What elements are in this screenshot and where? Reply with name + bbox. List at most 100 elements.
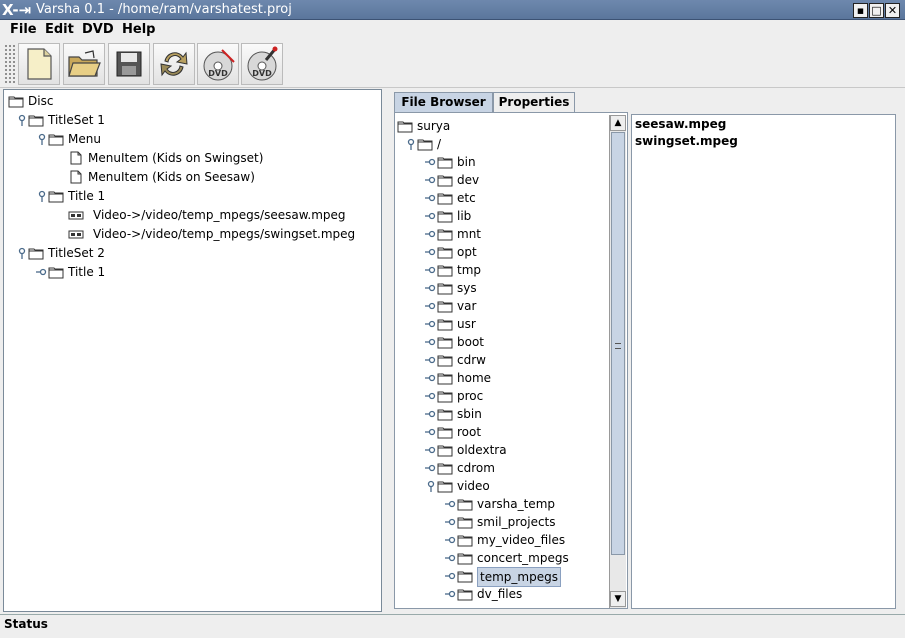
collapsed-handle-icon[interactable] xyxy=(36,266,48,278)
tree-node[interactable]: mnt xyxy=(395,225,609,243)
collapsed-handle-icon[interactable] xyxy=(445,498,457,510)
tree-node[interactable]: / xyxy=(395,135,609,153)
tree-node-label: tmp xyxy=(457,263,482,277)
collapsed-handle-icon[interactable] xyxy=(425,336,437,348)
close-button[interactable]: ✕ xyxy=(885,3,900,18)
tree-node[interactable]: surya xyxy=(395,117,609,135)
tree-node[interactable]: boot xyxy=(395,333,609,351)
tree-node[interactable]: Video->/video/temp_mpegs/seesaw.mpeg xyxy=(4,206,381,224)
tree-node[interactable]: varsha_temp xyxy=(395,495,609,513)
tree-node[interactable]: lib xyxy=(395,207,609,225)
tree-node[interactable]: dv_files xyxy=(395,585,609,603)
tree-node[interactable]: opt xyxy=(395,243,609,261)
disc-tree-panel[interactable]: Disc TitleSet 1 Menu MenuItem (Kids on Swin… xyxy=(3,89,382,612)
file-list-panel[interactable] xyxy=(631,114,896,609)
tree-node[interactable]: TitleSet 2 xyxy=(4,244,381,262)
expanded-handle-icon[interactable] xyxy=(405,138,417,150)
collapsed-handle-icon[interactable] xyxy=(425,372,437,384)
tree-node[interactable]: my_video_files xyxy=(395,531,609,549)
tree-node[interactable]: concert_mpegs xyxy=(395,549,609,567)
collapsed-handle-icon[interactable] xyxy=(445,552,457,564)
expanded-handle-icon[interactable] xyxy=(16,247,28,259)
tree-node[interactable]: tmp xyxy=(395,261,609,279)
file-item[interactable]: seesaw.mpeg xyxy=(635,116,726,133)
menu-dvd[interactable]: DVD xyxy=(82,22,114,37)
file-tree-scrollbar[interactable]: ▲ ▼ xyxy=(609,115,626,608)
tree-node-label: mnt xyxy=(457,227,481,241)
folder-icon xyxy=(437,463,453,475)
collapsed-handle-icon[interactable] xyxy=(425,246,437,258)
tree-node[interactable]: cdrom xyxy=(395,459,609,477)
collapsed-handle-icon[interactable] xyxy=(425,210,437,222)
refresh-button[interactable] xyxy=(153,43,195,85)
collapsed-handle-icon[interactable] xyxy=(425,282,437,294)
tab-properties[interactable]: Properties xyxy=(493,92,575,112)
tree-node[interactable]: Title 1 xyxy=(4,187,381,205)
tree-node[interactable]: usr xyxy=(395,315,609,333)
tree-node[interactable]: Disc xyxy=(4,92,381,110)
collapsed-handle-icon[interactable] xyxy=(425,444,437,456)
collapsed-handle-icon[interactable] xyxy=(425,300,437,312)
tree-node[interactable]: TitleSet 1 xyxy=(4,111,381,129)
new-button[interactable] xyxy=(18,43,60,85)
tree-node[interactable]: var xyxy=(395,297,609,315)
collapsed-handle-icon[interactable] xyxy=(445,516,457,528)
tree-node[interactable]: oldextra xyxy=(395,441,609,459)
tree-node-label: oldextra xyxy=(457,443,507,457)
tree-node[interactable]: Title 1 xyxy=(4,263,381,281)
tree-node[interactable]: video xyxy=(395,477,609,495)
menu-edit[interactable]: Edit xyxy=(45,22,74,37)
tree-node[interactable]: bin xyxy=(395,153,609,171)
file-item[interactable]: swingset.mpeg xyxy=(635,133,738,150)
tree-node[interactable]: root xyxy=(395,423,609,441)
menu-file[interactable]: File xyxy=(10,22,37,37)
minimize-button[interactable]: ▪ xyxy=(853,3,868,18)
tree-node-label: Video->/video/temp_mpegs/seesaw.mpeg xyxy=(93,208,346,222)
expanded-handle-icon[interactable] xyxy=(36,190,48,202)
tree-node[interactable]: MenuItem (Kids on Seesaw) xyxy=(4,168,381,186)
collapsed-handle-icon[interactable] xyxy=(445,588,457,600)
expanded-handle-icon[interactable] xyxy=(16,114,28,126)
tree-node[interactable]: MenuItem (Kids on Swingset) xyxy=(4,149,381,167)
scroll-down-button[interactable]: ▼ xyxy=(610,591,626,607)
collapsed-handle-icon[interactable] xyxy=(425,408,437,420)
scroll-up-button[interactable]: ▲ xyxy=(610,115,626,131)
tree-node[interactable]: Video->/video/temp_mpegs/swingset.mpeg xyxy=(4,225,381,243)
tree-node[interactable]: sys xyxy=(395,279,609,297)
collapsed-handle-icon[interactable] xyxy=(425,318,437,330)
file-tree-panel[interactable]: surya / bin dev etc lib mnt opt tmp sys var usr boot… xyxy=(394,112,628,609)
tab-file-browser[interactable]: File Browser xyxy=(394,92,493,112)
collapsed-handle-icon[interactable] xyxy=(425,192,437,204)
dvd-button[interactable]: DVD xyxy=(197,43,239,85)
tree-node[interactable]: dev xyxy=(395,171,609,189)
collapsed-handle-icon[interactable] xyxy=(425,390,437,402)
tree-node-label: dev xyxy=(457,173,480,187)
tree-node[interactable]: cdrw xyxy=(395,351,609,369)
menu-help[interactable]: Help xyxy=(122,22,155,37)
collapsed-handle-icon[interactable] xyxy=(425,354,437,366)
open-button[interactable] xyxy=(63,43,105,85)
tree-node[interactable]: smil_projects xyxy=(395,513,609,531)
collapsed-handle-icon[interactable] xyxy=(425,174,437,186)
save-button[interactable] xyxy=(108,43,150,85)
collapsed-handle-icon[interactable] xyxy=(425,264,437,276)
tree-node[interactable]: sbin xyxy=(395,405,609,423)
expanded-handle-icon[interactable] xyxy=(425,480,437,492)
maximize-button[interactable]: □ xyxy=(869,3,884,18)
tree-node[interactable]: home xyxy=(395,369,609,387)
collapsed-handle-icon[interactable] xyxy=(425,426,437,438)
scroll-thumb[interactable] xyxy=(611,132,625,555)
collapsed-handle-icon[interactable] xyxy=(425,228,437,240)
tree-node[interactable]: Menu xyxy=(4,130,381,148)
tree-node[interactable]: temp_mpegs xyxy=(395,567,609,587)
collapsed-handle-icon[interactable] xyxy=(445,534,457,546)
collapsed-handle-icon[interactable] xyxy=(445,570,457,582)
expanded-handle-icon[interactable] xyxy=(36,133,48,145)
tree-node[interactable]: etc xyxy=(395,189,609,207)
dvd-burn-button[interactable]: DVD xyxy=(241,43,283,85)
collapsed-handle-icon[interactable] xyxy=(425,156,437,168)
collapsed-handle-icon[interactable] xyxy=(425,462,437,474)
toolbar-grip-icon[interactable] xyxy=(4,44,16,84)
tree-node[interactable]: proc xyxy=(395,387,609,405)
open-folder-icon xyxy=(68,50,101,77)
